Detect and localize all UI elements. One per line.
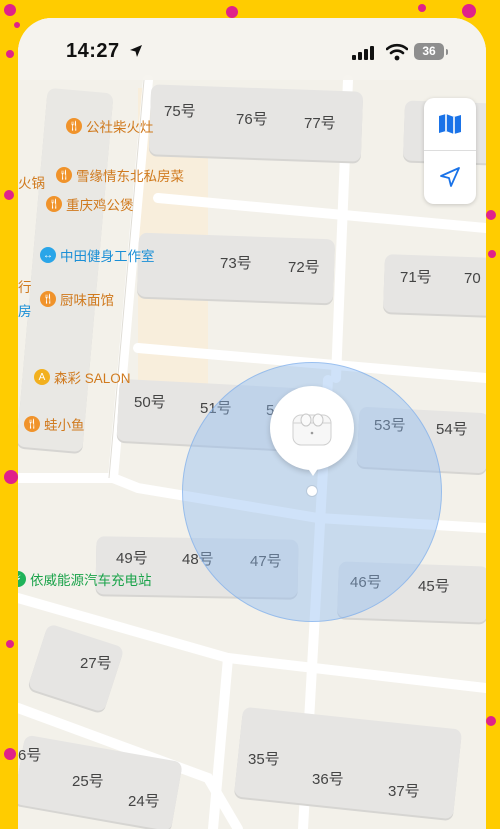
decorative-dot	[226, 6, 238, 18]
fork-knife-icon: 🍴︎	[46, 196, 62, 212]
dumbbell-icon: ↔	[40, 247, 56, 263]
fork-knife-icon: 🍴︎	[66, 118, 82, 134]
poi-label: 依威能源汽车充电站	[30, 573, 152, 588]
poi-restaurant[interactable]: 🍴︎ 厨味面馆	[40, 289, 114, 309]
battery-tip	[446, 49, 448, 55]
decorative-dot	[486, 210, 496, 220]
poi-restaurant[interactable]: 🍴︎ 重庆鸡公煲	[46, 194, 134, 214]
building-label: 24号	[128, 793, 160, 810]
location-services-icon	[130, 45, 142, 57]
airpods-case-icon	[292, 413, 332, 446]
building-label: 75号	[164, 103, 196, 120]
building-label: 25号	[72, 773, 104, 790]
decorative-dot	[462, 4, 476, 18]
device-location-dot	[307, 486, 317, 496]
fork-knife-icon: 🍴︎	[24, 416, 40, 432]
building-label: 54号	[436, 421, 468, 438]
poi-label-clipped: 房	[18, 304, 32, 319]
poi-label: 森彩 SALON	[54, 371, 131, 386]
map-controls	[424, 98, 476, 204]
poi-label: 雪缘情东北私房菜	[76, 169, 184, 184]
screenshot-frame: 75号 76号 77号 73号 72号 71号 70 50号 51号 5 53号…	[0, 0, 500, 829]
fork-knife-icon: 🍴︎	[40, 291, 56, 307]
decorative-dot	[4, 748, 16, 760]
building-label: 36号	[312, 771, 344, 788]
building-label: 70	[464, 270, 481, 287]
wifi-icon	[386, 43, 408, 61]
poi-label: 厨味面馆	[60, 293, 114, 308]
poi-label: 蛙小鱼	[44, 418, 85, 433]
device-marker-tail	[305, 464, 321, 476]
decorative-dot	[4, 190, 14, 200]
building-label: 73号	[220, 255, 252, 272]
poi-label: 重庆鸡公煲	[66, 198, 134, 213]
cellular-signal-icon	[352, 46, 374, 60]
building-label: 71号	[400, 269, 432, 286]
map-mode-button[interactable]	[424, 98, 476, 150]
fork-knife-icon: 🍴︎	[56, 167, 72, 183]
maps-screen: 75号 76号 77号 73号 72号 71号 70 50号 51号 5 53号…	[18, 18, 486, 829]
battery-indicator: 36	[414, 43, 444, 60]
building-label: 72号	[288, 259, 320, 276]
poi-label: 公社柴火灶	[86, 120, 154, 135]
decorative-dot	[4, 4, 16, 16]
building-label: 27号	[80, 655, 112, 672]
location-arrow-icon	[440, 167, 460, 187]
status-bar: 14:27 36	[18, 18, 486, 80]
map-icon	[439, 114, 461, 134]
poi-gym[interactable]: ↔ 中田健身工作室	[40, 245, 155, 265]
building-label: 45号	[418, 578, 450, 595]
building-label: 6号	[18, 747, 42, 764]
poi-ev-charging[interactable]: ⚡︎ 依威能源汽车充电站	[18, 569, 152, 589]
decorative-dot	[6, 640, 14, 648]
decorative-dot	[488, 250, 496, 258]
ev-charger-icon: ⚡︎	[18, 571, 26, 587]
device-marker[interactable]	[270, 386, 354, 470]
poi-label-clipped: 行	[18, 280, 32, 295]
building-label: 37号	[388, 783, 420, 800]
building-label: 76号	[236, 111, 268, 128]
poi-label-clipped: 火锅	[18, 176, 45, 191]
building-label: 50号	[134, 394, 166, 411]
building-label: 77号	[304, 115, 336, 132]
building-label: 35号	[248, 751, 280, 768]
decorative-dot	[418, 4, 426, 12]
decorative-dot	[486, 716, 496, 726]
decorative-dot	[6, 50, 14, 58]
building-label: 49号	[116, 550, 148, 567]
salon-icon: A	[34, 369, 50, 385]
decorative-dot	[4, 470, 18, 484]
poi-restaurant[interactable]: 🍴︎ 蛙小鱼	[24, 414, 85, 434]
poi-restaurant[interactable]: 🍴︎ 雪缘情东北私房菜	[56, 165, 184, 185]
poi-salon[interactable]: A 森彩 SALON	[34, 367, 131, 387]
poi-label: 中田健身工作室	[60, 249, 155, 264]
current-location-button[interactable]	[424, 151, 476, 203]
poi-restaurant[interactable]: 🍴︎ 公社柴火灶	[66, 116, 154, 136]
status-time: 14:27	[66, 40, 120, 62]
